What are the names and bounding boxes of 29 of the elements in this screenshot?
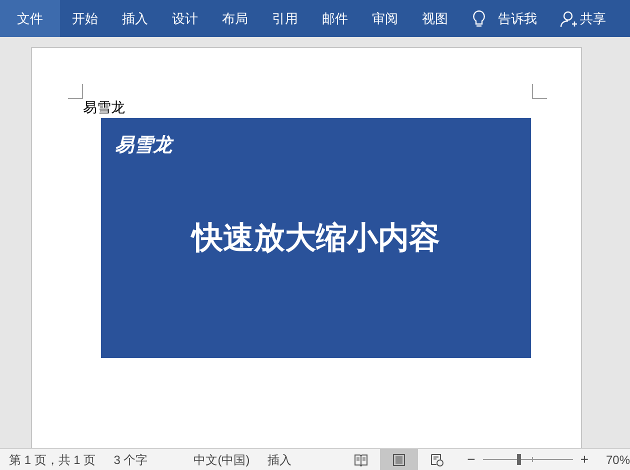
ribbon-tab[interactable]: 文件 bbox=[0, 0, 60, 37]
ribbon-tab[interactable]: 插入 bbox=[110, 0, 160, 37]
share-button[interactable]: 共享 bbox=[580, 8, 606, 28]
zoom-in-button[interactable]: + bbox=[578, 449, 590, 470]
document-text: 易雪龙 bbox=[83, 99, 125, 115]
ribbon-tab[interactable]: 视图 bbox=[410, 0, 460, 37]
lightbulb-icon bbox=[472, 10, 486, 28]
ribbon-tab[interactable]: 布局 bbox=[210, 0, 260, 37]
language-label[interactable]: 中文(中国) bbox=[194, 450, 250, 468]
web-page-icon bbox=[430, 452, 444, 466]
zoom-thumb[interactable] bbox=[516, 454, 521, 465]
insert-mode[interactable]: 插入 bbox=[268, 450, 292, 468]
ribbon-tab[interactable]: 开始 bbox=[60, 0, 110, 37]
slide-logo: 易雪龙 bbox=[115, 134, 172, 158]
ribbon-tab[interactable]: 审阅 bbox=[360, 0, 410, 37]
zoom-slider[interactable] bbox=[482, 454, 573, 465]
zoom-level[interactable]: 70% bbox=[606, 450, 630, 468]
book-icon bbox=[354, 452, 368, 466]
ribbon-tab[interactable]: 设计 bbox=[160, 0, 210, 37]
page-count[interactable]: 第 1 页，共 1 页 bbox=[9, 450, 96, 468]
view-button[interactable] bbox=[380, 449, 418, 470]
slide-title: 快速放大缩小内容 bbox=[192, 218, 440, 256]
page-icon bbox=[392, 452, 406, 466]
ribbon-tab[interactable]: 邮件 bbox=[310, 0, 360, 37]
add-person-icon bbox=[560, 10, 578, 28]
zoom-out-button[interactable]: − bbox=[466, 449, 477, 470]
word-count[interactable]: 3 个字 bbox=[114, 450, 148, 468]
tell-me-button[interactable]: 告诉我 bbox=[498, 8, 537, 28]
ribbon-tab[interactable]: 引用 bbox=[260, 0, 310, 37]
